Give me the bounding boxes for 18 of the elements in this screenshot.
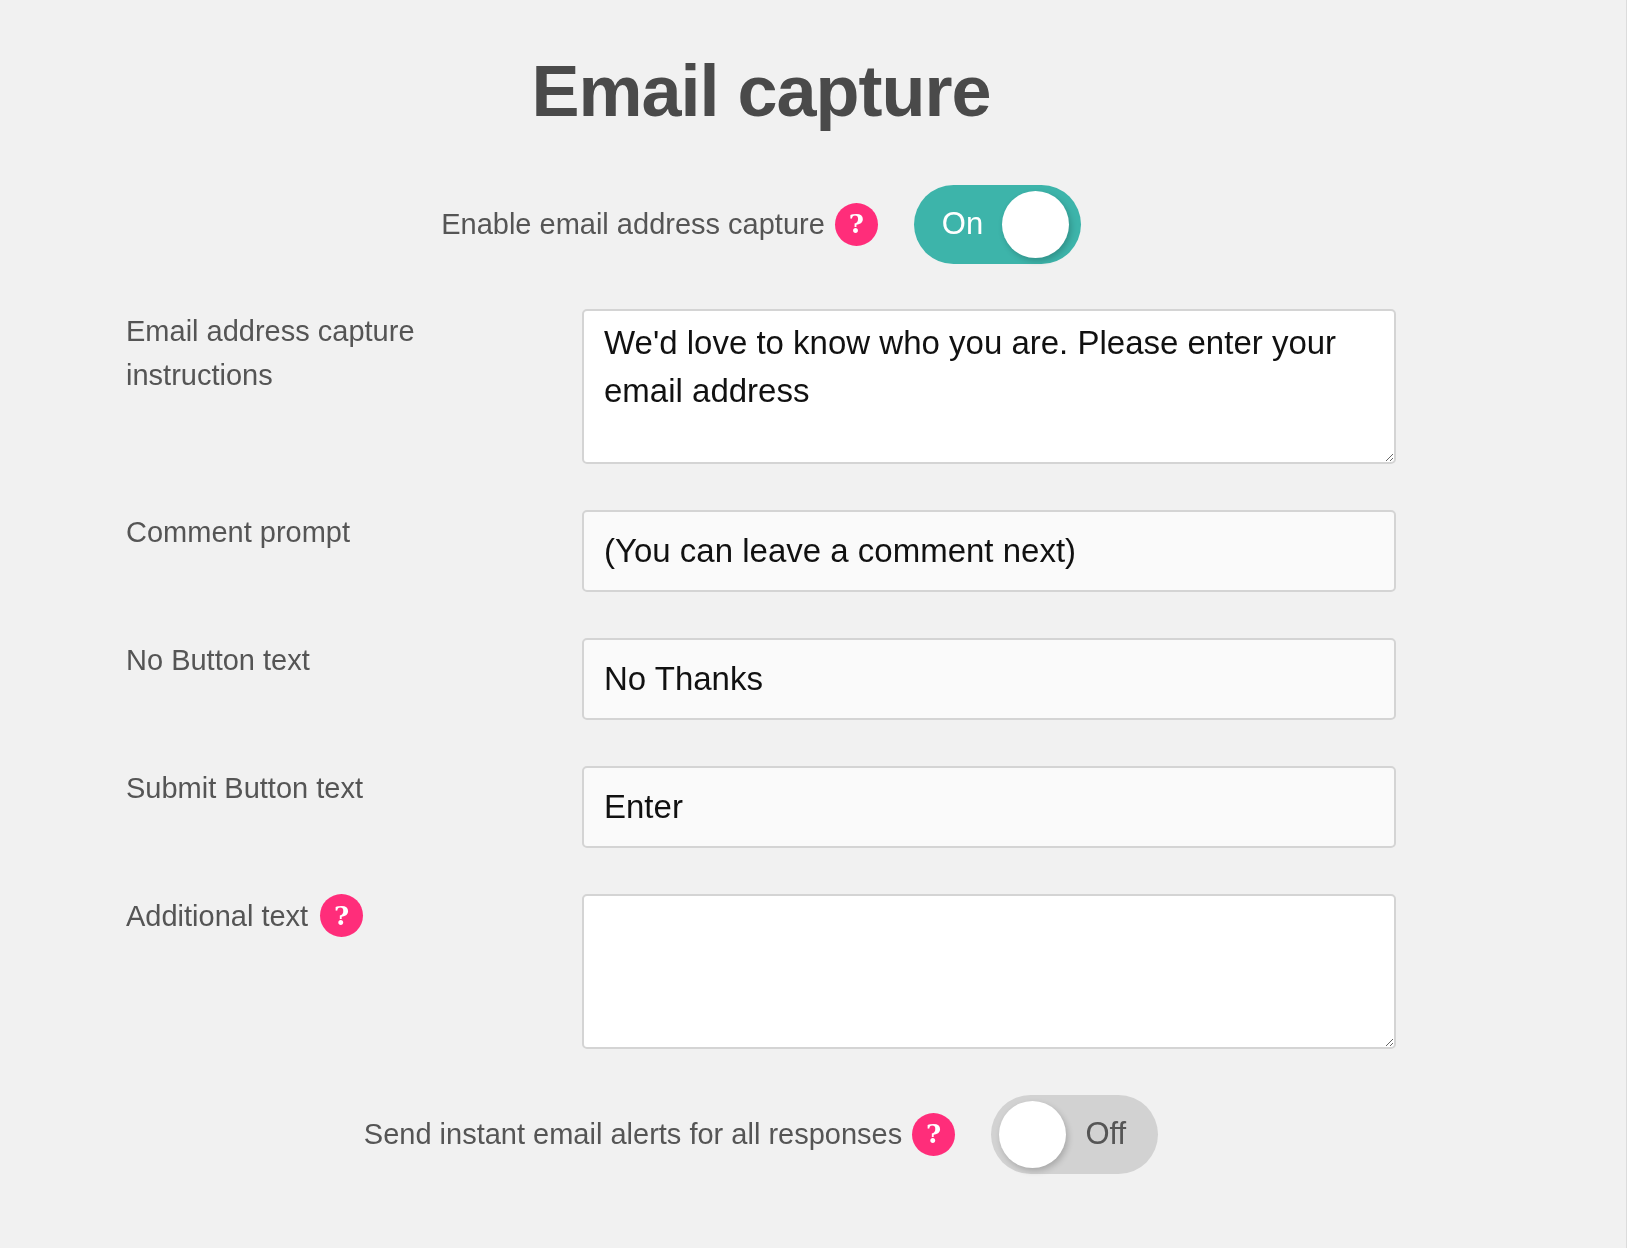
text-field[interactable]: Enter — [582, 766, 1396, 848]
text-field[interactable]: (You can leave a comment next) — [582, 510, 1396, 592]
toggle-label: Enable email address capture — [441, 207, 825, 241]
toggle-label: Send instant email alerts for all responses — [363, 1117, 903, 1151]
page-title: Email capture — [530, 50, 992, 133]
field-label: Additional text — [126, 899, 309, 934]
help-icon[interactable]: ? — [320, 894, 364, 937]
toggle-switch[interactable]: Off — [991, 1094, 1159, 1174]
help-icon[interactable]: ? — [834, 202, 878, 246]
field-label: Comment prompt — [126, 515, 350, 550]
text-area[interactable]: We'd love to know who you are. Please enter your email address — [582, 309, 1396, 464]
toggle-switch[interactable]: On — [913, 184, 1081, 264]
field-label: No Button text — [126, 643, 310, 678]
field-label: Submit Button text — [126, 771, 363, 806]
text-field[interactable]: No Thanks — [582, 638, 1396, 720]
field-label: Email address capture instructions — [126, 314, 416, 393]
help-icon[interactable]: ? — [912, 1112, 956, 1156]
text-area[interactable] — [582, 894, 1396, 1049]
